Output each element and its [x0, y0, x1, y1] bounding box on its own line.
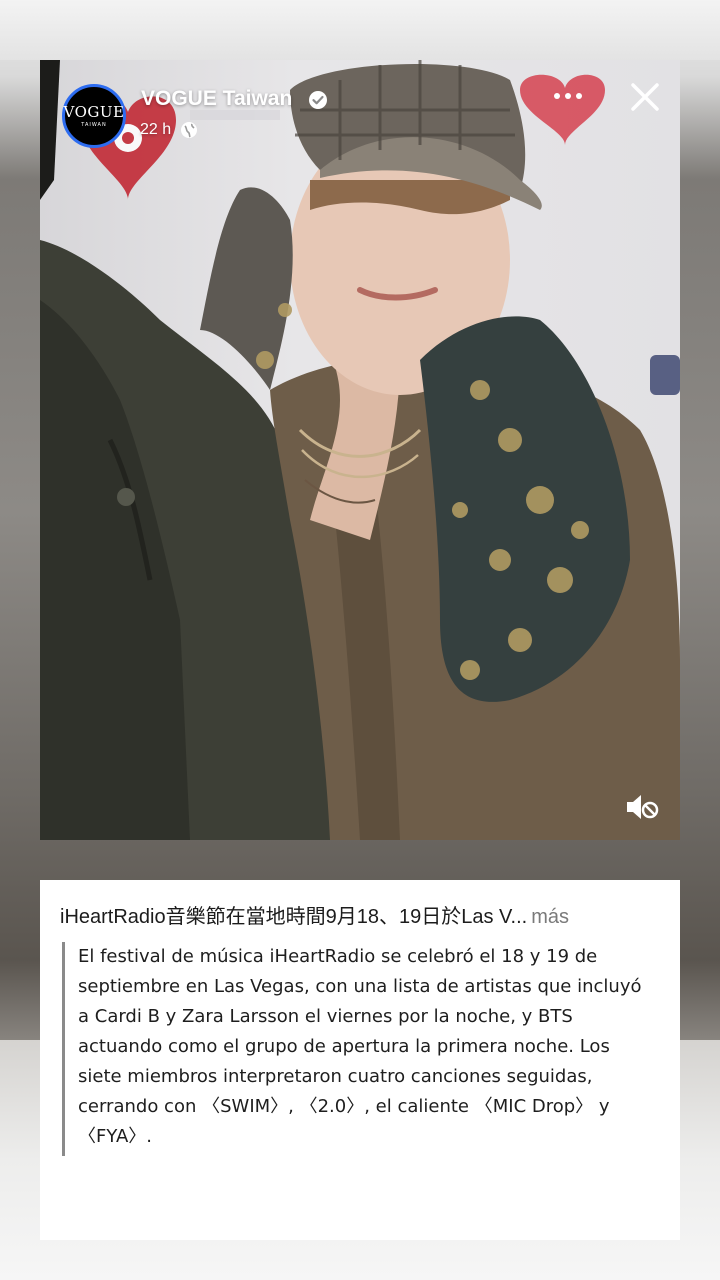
account-avatar[interactable]: VOGUE TAIWAN: [62, 84, 126, 148]
close-icon[interactable]: [628, 80, 662, 114]
account-name[interactable]: VOGUE Taiwan: [141, 87, 292, 111]
post-time: 22 h: [140, 121, 172, 138]
caption-summary-text: iHeartRadio音樂節在當地時間9月18、19日於Las V...: [60, 906, 528, 928]
story-viewer[interactable]: VOGUE TAIWAN VOGUE Taiwan 22 h: [40, 60, 680, 840]
blurred-backdrop-top: [0, 0, 720, 60]
avatar-subtext: TAIWAN: [81, 121, 107, 128]
more-options-icon[interactable]: [548, 82, 588, 110]
avatar-logo: VOGUE: [63, 102, 125, 121]
caption-card: iHeartRadio音樂節在當地時間9月18、19日於Las V... más …: [40, 880, 680, 1240]
caption-body: El festival de música iHeartRadio se cel…: [62, 942, 652, 1156]
story-header: VOGUE TAIWAN VOGUE Taiwan 22 h: [40, 60, 680, 170]
story-photo: [40, 60, 680, 840]
globe-icon: [181, 122, 198, 138]
caption-summary[interactable]: iHeartRadio音樂節在當地時間9月18、19日於Las V... más: [60, 900, 660, 929]
speaker-muted-icon[interactable]: [624, 790, 660, 824]
verified-badge-icon: [309, 91, 327, 109]
post-meta: 22 h: [140, 120, 199, 140]
see-more-link[interactable]: más: [531, 906, 569, 928]
